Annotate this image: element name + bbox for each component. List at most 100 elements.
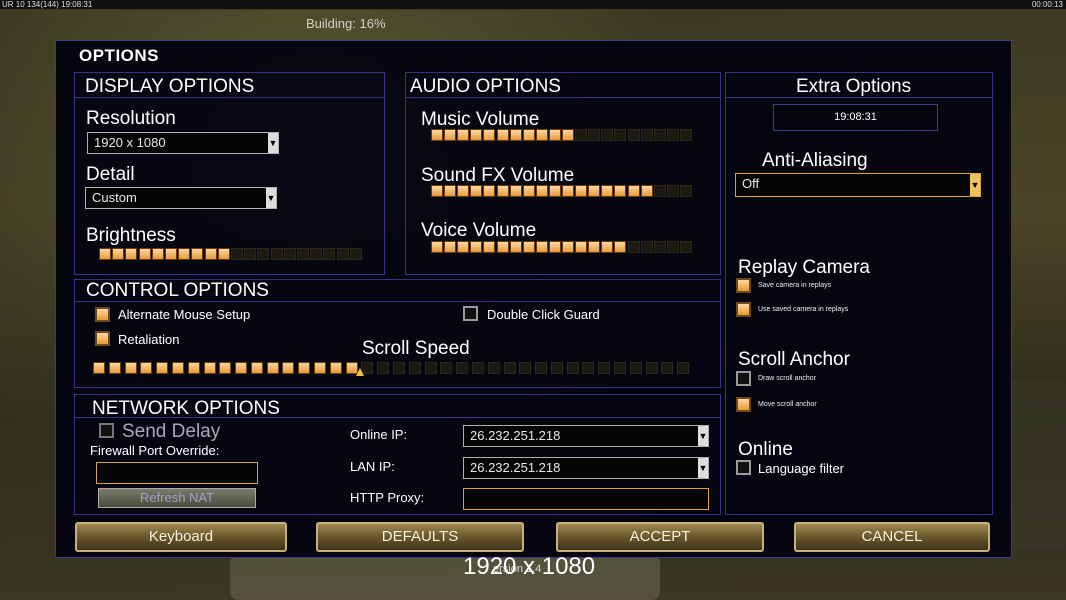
slider-segment[interactable] xyxy=(661,362,674,374)
slider-segment[interactable] xyxy=(471,362,484,374)
slider-segment[interactable] xyxy=(377,362,390,374)
detail-dropdown[interactable]: Custom ▼ xyxy=(85,187,277,209)
slider-segment[interactable] xyxy=(614,362,627,374)
slider-segment[interactable] xyxy=(627,129,640,141)
slider-segment[interactable] xyxy=(640,185,653,197)
slider-segment[interactable] xyxy=(588,129,601,141)
slider-segment[interactable] xyxy=(310,248,323,260)
slider-segment[interactable] xyxy=(522,241,535,253)
slider-segment[interactable] xyxy=(645,362,658,374)
move-anchor-checkbox[interactable] xyxy=(736,397,751,412)
slider-segment[interactable] xyxy=(562,241,574,253)
slider-segment[interactable] xyxy=(588,241,601,253)
slider-segment[interactable] xyxy=(487,362,500,374)
draw-anchor-checkbox[interactable] xyxy=(736,371,751,386)
slider-segment[interactable] xyxy=(509,129,522,141)
slider-segment[interactable] xyxy=(483,241,496,253)
slider-segment[interactable] xyxy=(191,248,204,260)
slider-segment[interactable] xyxy=(138,248,151,260)
accept-button[interactable]: ACCEPT xyxy=(556,522,764,552)
brightness-slider[interactable] xyxy=(99,248,363,262)
slider-segment[interactable] xyxy=(440,362,453,374)
slider-segment[interactable] xyxy=(601,241,614,253)
slider-segment[interactable] xyxy=(509,241,522,253)
resolution-dropdown[interactable]: 1920 x 1080 ▼ xyxy=(87,132,279,154)
chevron-down-icon[interactable]: ▼ xyxy=(266,188,276,208)
slider-segment[interactable] xyxy=(496,185,509,197)
slider-segment[interactable] xyxy=(598,362,611,374)
double-click-guard-checkbox[interactable] xyxy=(463,306,478,321)
slider-segment[interactable] xyxy=(99,248,111,260)
slider-segment[interactable] xyxy=(566,362,579,374)
music-volume-slider[interactable] xyxy=(431,129,693,143)
slider-segment[interactable] xyxy=(601,185,614,197)
slider-segment[interactable] xyxy=(470,241,483,253)
slider-segment[interactable] xyxy=(483,185,496,197)
slider-segment[interactable] xyxy=(503,362,516,374)
anti-aliasing-dropdown[interactable]: Off ▼ xyxy=(735,173,981,197)
slider-segment[interactable] xyxy=(444,185,457,197)
slider-segment[interactable] xyxy=(165,248,177,260)
slider-segment[interactable] xyxy=(588,185,601,197)
slider-segment[interactable] xyxy=(457,185,470,197)
slider-segment[interactable] xyxy=(640,129,653,141)
slider-segment[interactable] xyxy=(140,362,153,374)
slider-segment[interactable] xyxy=(444,129,457,141)
slider-segment[interactable] xyxy=(444,241,457,253)
slider-segment[interactable] xyxy=(509,185,522,197)
slider-segment[interactable] xyxy=(203,362,216,374)
slider-segment[interactable] xyxy=(679,241,692,253)
slider-segment[interactable] xyxy=(535,362,548,374)
slider-segment[interactable] xyxy=(666,185,679,197)
use-camera-checkbox[interactable] xyxy=(736,302,751,317)
slider-segment[interactable] xyxy=(575,185,588,197)
slider-segment[interactable] xyxy=(298,362,311,374)
slider-segment[interactable] xyxy=(653,241,666,253)
slider-segment[interactable] xyxy=(93,362,105,374)
slider-segment[interactable] xyxy=(156,362,169,374)
slider-segment[interactable] xyxy=(393,362,405,374)
sfx-volume-slider[interactable] xyxy=(431,185,693,199)
slider-segment[interactable] xyxy=(548,129,561,141)
defaults-button[interactable]: DEFAULTS xyxy=(316,522,524,552)
slider-segment[interactable] xyxy=(424,362,437,374)
slider-segment[interactable] xyxy=(535,185,548,197)
slider-segment[interactable] xyxy=(582,362,595,374)
slider-segment[interactable] xyxy=(457,129,470,141)
keyboard-button[interactable]: Keyboard xyxy=(75,522,287,552)
slider-segment[interactable] xyxy=(614,129,627,141)
scroll-speed-marker-icon[interactable] xyxy=(356,368,364,376)
slider-segment[interactable] xyxy=(548,241,561,253)
slider-segment[interactable] xyxy=(151,248,164,260)
slider-segment[interactable] xyxy=(470,185,483,197)
slider-segment[interactable] xyxy=(653,129,666,141)
slider-segment[interactable] xyxy=(614,241,627,253)
firewall-port-input[interactable] xyxy=(96,462,258,484)
chevron-down-icon[interactable]: ▼ xyxy=(970,174,980,196)
chevron-down-icon[interactable]: ▼ xyxy=(268,133,278,153)
online-ip-dropdown[interactable]: 26.232.251.218 ▼ xyxy=(463,425,709,447)
slider-segment[interactable] xyxy=(171,362,184,374)
slider-segment[interactable] xyxy=(562,129,574,141)
slider-segment[interactable] xyxy=(629,362,642,374)
slider-segment[interactable] xyxy=(297,248,309,260)
slider-segment[interactable] xyxy=(575,129,588,141)
slider-segment[interactable] xyxy=(431,241,443,253)
slider-segment[interactable] xyxy=(457,241,470,253)
slider-segment[interactable] xyxy=(408,362,421,374)
slider-segment[interactable] xyxy=(562,185,574,197)
slider-segment[interactable] xyxy=(257,248,270,260)
slider-segment[interactable] xyxy=(108,362,121,374)
slider-segment[interactable] xyxy=(535,129,548,141)
slider-segment[interactable] xyxy=(519,362,532,374)
slider-segment[interactable] xyxy=(496,241,509,253)
slider-segment[interactable] xyxy=(329,362,342,374)
slider-segment[interactable] xyxy=(244,248,257,260)
slider-segment[interactable] xyxy=(548,185,561,197)
slider-segment[interactable] xyxy=(282,362,295,374)
slider-segment[interactable] xyxy=(627,185,640,197)
slider-segment[interactable] xyxy=(125,248,138,260)
slider-segment[interactable] xyxy=(178,248,191,260)
voice-volume-slider[interactable] xyxy=(431,241,693,255)
slider-segment[interactable] xyxy=(349,248,362,260)
